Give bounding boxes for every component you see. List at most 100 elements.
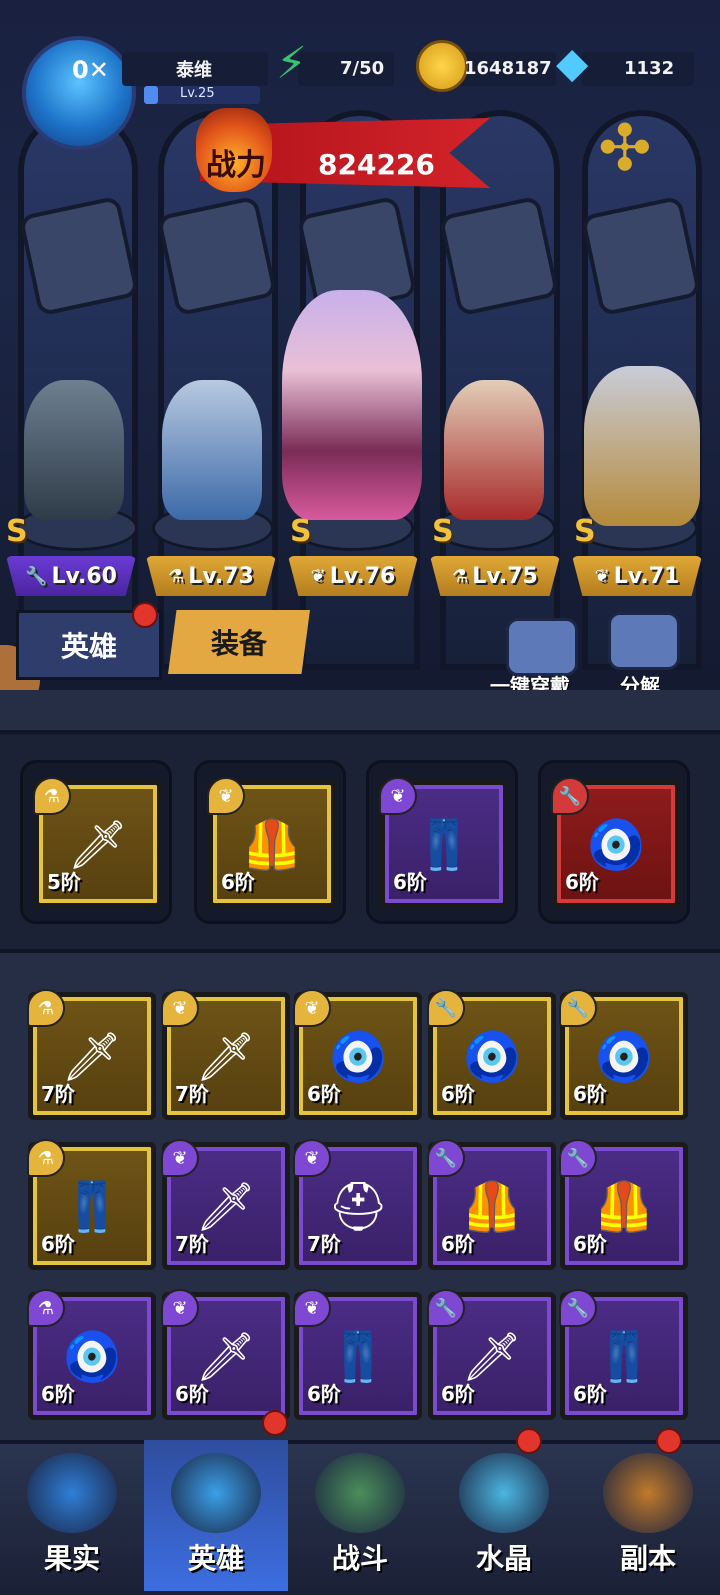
stamina-icon[interactable]: ⚡ [276, 38, 307, 89]
equipment-type-badge-icon: ❦ [379, 777, 417, 815]
wing-icon: ❦ [594, 565, 610, 587]
nav-dungeon-portal[interactable]: 副本 [576, 1440, 720, 1591]
equipment-tier: 6阶 [441, 1082, 475, 1106]
pants-icon: 👖 [328, 1328, 388, 1385]
equipment-type-badge-icon: 🔧 [427, 1289, 465, 1327]
equipment-tier: 6阶 [573, 1382, 607, 1406]
equipment-type-badge-icon: ❦ [293, 1139, 331, 1177]
equipment-item[interactable]: ❦ 🧿 6阶 [293, 989, 422, 1120]
decompose-icon[interactable] [608, 612, 680, 670]
wing-class-emblem-icon [580, 195, 702, 317]
equipment-type-badge-icon: ❦ [207, 777, 245, 815]
equipment-type-badge-icon: 🔧 [427, 1139, 465, 1177]
power-value: 824226 [318, 148, 435, 181]
equipment-item[interactable]: ❦ ⛑ 7阶 [293, 1139, 422, 1270]
battle-sword-icon [315, 1453, 405, 1533]
hero-golden-paladin[interactable] [584, 366, 700, 526]
equipment-tier: 6阶 [441, 1232, 475, 1256]
equipment-type-badge-icon: ❦ [293, 989, 331, 1027]
equipment-item[interactable]: ⚗ 🗡 5阶 [33, 777, 162, 908]
amulet-icon: 🧿 [586, 816, 646, 873]
amulet-icon: 🧿 [328, 1028, 388, 1085]
equipment-item[interactable]: 🔧 🦺 6阶 [427, 1139, 556, 1270]
equipment-tier: 5阶 [47, 870, 81, 894]
hero-succubus[interactable] [282, 290, 422, 520]
diamond-icon[interactable]: ◆ [556, 38, 588, 87]
gold-coin-icon[interactable] [416, 40, 468, 92]
equipment-tier: 6阶 [175, 1382, 209, 1406]
equipment-item[interactable]: ❦ 🗡 6阶 [161, 1289, 290, 1420]
sword-icon: 🗡 [461, 1328, 523, 1385]
player-avatar[interactable] [22, 36, 136, 150]
equipment-type-badge-icon: ⚗ [27, 1289, 65, 1327]
hero-level: Lv.76 [329, 563, 396, 589]
nav-crystal[interactable]: 水晶 [432, 1440, 576, 1591]
equipment-item[interactable]: 🔧 🗡 6阶 [427, 1289, 556, 1420]
equipment-item[interactable]: ⚗ 👖 6阶 [27, 1139, 156, 1270]
equipment-item[interactable]: ❦ 👖 6阶 [293, 1289, 422, 1420]
equipment-item[interactable]: ⚗ 🧿 6阶 [27, 1289, 156, 1420]
equipment-item[interactable]: 🔧 🧿 6阶 [551, 777, 680, 908]
equipment-item[interactable]: ❦ 👖 6阶 [379, 777, 508, 908]
pants-icon: 👖 [594, 1328, 654, 1385]
equipment-tier: 6阶 [41, 1382, 75, 1406]
notification-dot [656, 1428, 682, 1454]
armor-icon: 🦺 [462, 1178, 522, 1235]
hero-rank-badge: S [290, 514, 312, 549]
settings-star-icon[interactable]: ✣ [598, 112, 652, 186]
flask-icon: ⚗ [452, 565, 469, 587]
equipment-item[interactable]: 🔧 🧿 6阶 [427, 989, 556, 1120]
pants-icon: 👖 [62, 1178, 122, 1235]
equipment-tier: 6阶 [41, 1232, 75, 1256]
equipment-tier: 6阶 [307, 1382, 341, 1406]
player-name: 泰维 [176, 60, 212, 81]
wing-icon: ❦ [310, 565, 326, 587]
amulet-icon: 🧿 [62, 1328, 122, 1385]
nav-hero-hat[interactable]: 英雄 [144, 1440, 288, 1591]
hero-fire-sorceress[interactable] [444, 380, 544, 520]
hero-hat-icon [171, 1453, 261, 1533]
equipment-item[interactable]: 🔧 👖 6阶 [559, 1289, 688, 1420]
power-label: 战力 [206, 148, 266, 183]
tab-equipment[interactable]: 装备 [168, 610, 310, 674]
hero-ice-priestess[interactable] [162, 380, 262, 520]
equipment-tier: 6阶 [573, 1232, 607, 1256]
player-level: Lv.25 [180, 86, 215, 101]
equipment-type-badge-icon: ⚗ [33, 777, 71, 815]
hero-level-tag: ⚗ Lv.75 [430, 556, 560, 596]
amulet-icon: 🧿 [462, 1028, 522, 1085]
equipment-tier: 7阶 [175, 1082, 209, 1106]
notification-dot [132, 602, 158, 628]
equipment-tier: 6阶 [307, 1082, 341, 1106]
equip-all-icon[interactable] [506, 618, 578, 676]
equipment-item[interactable]: ❦ 🗡 7阶 [161, 989, 290, 1120]
nav-fruit[interactable]: 果实 [0, 1440, 144, 1591]
equipment-item[interactable]: ⚗ 🗡 7阶 [27, 989, 156, 1120]
equipment-type-badge-icon: ⚗ [27, 1139, 65, 1177]
equipment-type-badge-icon: 🔧 [427, 989, 465, 1027]
equipment-item[interactable]: 🔧 🧿 6阶 [559, 989, 688, 1120]
beast-class-emblem-icon [18, 195, 140, 317]
hero-mech-beast[interactable] [24, 380, 124, 520]
equipment-tier: 6阶 [393, 870, 427, 894]
equipment-item[interactable]: ❦ 🦺 6阶 [207, 777, 336, 908]
notification-dot [516, 1428, 542, 1454]
equipment-item[interactable]: ❦ 🗡 7阶 [161, 1139, 290, 1270]
equipment-type-badge-icon: 🔧 [559, 1289, 597, 1327]
armor-icon: 🦺 [594, 1178, 654, 1235]
dungeon-portal-icon [603, 1453, 693, 1533]
nav-battle-sword[interactable]: 战斗 [288, 1440, 432, 1591]
sword-icon: 🗡 [67, 816, 129, 873]
sword-icon: 🗡 [195, 1178, 257, 1235]
sword-icon: 🗡 [195, 1328, 257, 1385]
crystal-icon [459, 1453, 549, 1533]
equipment-type-badge-icon: 🔧 [551, 777, 589, 815]
hero-level-tag: ❦ Lv.76 [288, 556, 418, 596]
equipment-tier: 7阶 [175, 1232, 209, 1256]
equipment-item[interactable]: 🔧 🦺 6阶 [559, 1139, 688, 1270]
helmet-icon: ⛑ [327, 1178, 389, 1235]
equipment-type-badge-icon: 🔧 [559, 989, 597, 1027]
amulet-icon: 🧿 [594, 1028, 654, 1085]
equipment-type-badge-icon: ❦ [293, 1289, 331, 1327]
hero-rank-badge: S [574, 514, 596, 549]
